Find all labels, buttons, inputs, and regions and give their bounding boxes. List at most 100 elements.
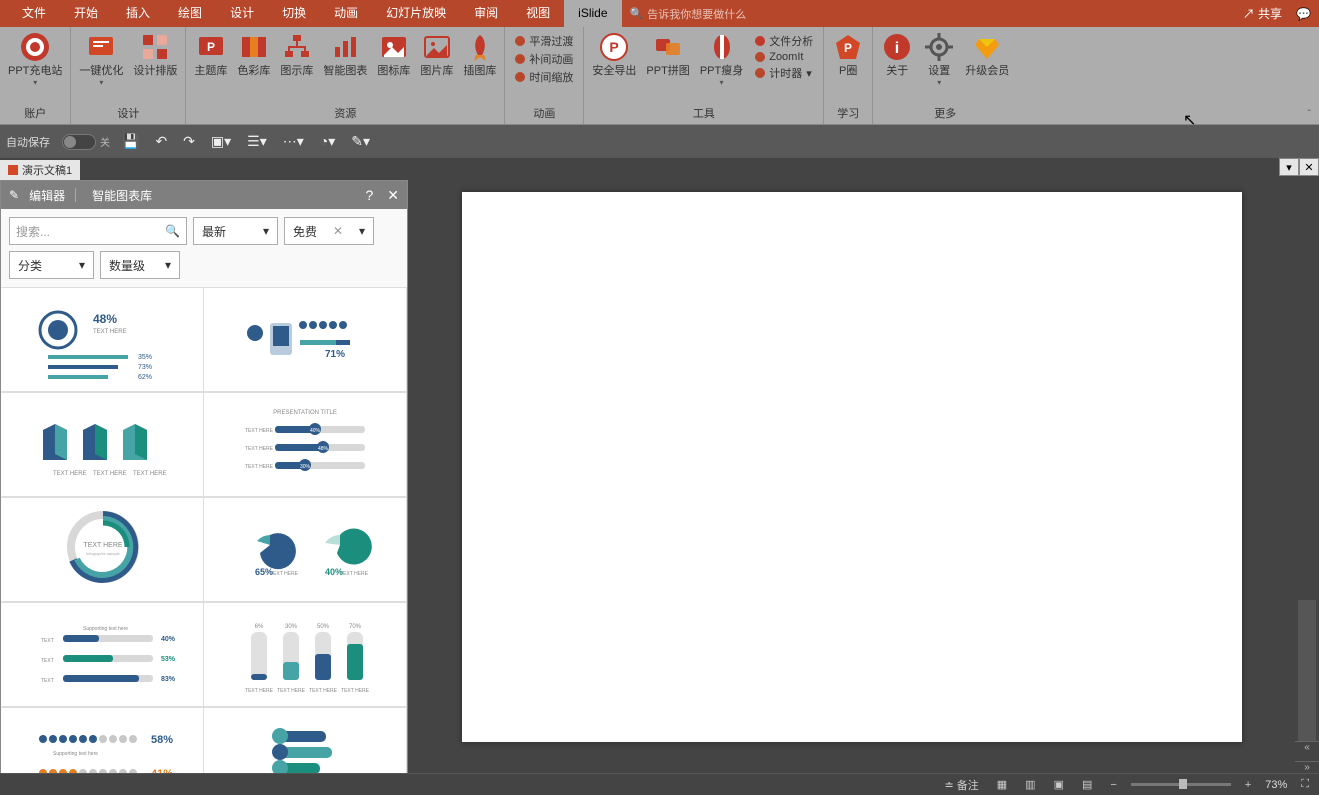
tab-view[interactable]: 视图 <box>512 0 564 27</box>
search-icon: 🔍 <box>630 7 644 20</box>
pcircle-button[interactable]: PP圈 <box>830 31 866 78</box>
tween-anim-button[interactable]: 补间动画 <box>515 51 573 67</box>
svg-text:58%: 58% <box>151 734 173 746</box>
svg-text:70%: 70% <box>349 624 362 630</box>
tell-me[interactable]: 🔍 告诉我你想要做什么 <box>622 6 747 22</box>
quick-access-toolbar: 自动保存 关 💾 ↶ ↷ ▣▾ ☰▾ ⋯▾ ◔▾ ✎▾ <box>0 125 1319 158</box>
tab-home[interactable]: 开始 <box>60 0 112 27</box>
tab-design[interactable]: 设计 <box>216 0 268 27</box>
chart-thumb[interactable]: 71% <box>204 287 407 392</box>
search-input[interactable]: 搜索... 🔍 <box>9 217 187 245</box>
icon-lib-button[interactable]: 图标库 <box>375 31 412 78</box>
zoom-level[interactable]: 73% <box>1265 779 1287 791</box>
clear-icon[interactable]: ✕ <box>333 224 343 238</box>
zoomit-button[interactable]: ZoomIt <box>755 51 813 63</box>
zoom-out-icon[interactable]: − <box>1106 779 1120 791</box>
tab-transition[interactable]: 切换 <box>268 0 320 27</box>
slideshow-view-icon[interactable]: ▤ <box>1078 778 1096 791</box>
tab-slideshow[interactable]: 幻灯片放映 <box>372 0 460 27</box>
normal-view-icon[interactable]: ▦ <box>993 778 1011 791</box>
scrollbar-thumb[interactable] <box>1298 600 1316 741</box>
chart-thumb[interactable]: Supporting text hereTEXT40%TEXT53%TEXT83… <box>1 602 204 707</box>
color-lib-button[interactable]: 色彩库 <box>235 31 272 78</box>
ppt-merge-button[interactable]: PPT拼图 <box>644 31 691 87</box>
reading-view-icon[interactable]: ▣ <box>1050 778 1068 791</box>
shield-p-icon: P <box>598 31 630 63</box>
help-icon[interactable]: ? <box>365 187 373 204</box>
price-select[interactable]: 免费✕▾ <box>284 217 374 245</box>
more-qat-icon[interactable]: ⋯▾ <box>279 133 308 150</box>
close-window-icon[interactable]: ✕ <box>1299 158 1319 176</box>
safe-export-button[interactable]: P安全导出 <box>590 31 638 87</box>
comments-icon[interactable]: 💬 <box>1296 7 1311 21</box>
svg-text:P: P <box>844 41 852 55</box>
scale-select[interactable]: 数量级▾ <box>100 251 180 279</box>
chart-thumb[interactable]: TEXT HEREinfographic sample <box>1 497 204 602</box>
chart-thumb[interactable]: 58%Supporting text here41%Supporting tex… <box>1 707 204 780</box>
svg-text:TEXT: TEXT <box>41 638 54 644</box>
pen-qat-icon[interactable]: ✎▾ <box>347 133 374 150</box>
save-icon[interactable]: 💾 <box>118 133 143 150</box>
sort-select[interactable]: 最新▾ <box>193 217 278 245</box>
prev-slide-icon[interactable]: « <box>1295 741 1319 761</box>
tab-insert[interactable]: 插入 <box>112 0 164 27</box>
svg-text:TEXT HERE: TEXT HERE <box>53 471 87 477</box>
pencil-icon: ✎ <box>9 188 19 202</box>
start-from-begin-icon[interactable]: ▣▾ <box>207 133 235 150</box>
tab-animation[interactable]: 动画 <box>320 0 372 27</box>
zoom-slider[interactable] <box>1131 783 1231 786</box>
fit-window-icon[interactable]: ⛶ <box>1297 778 1313 791</box>
time-scale-button[interactable]: 时间缩放 <box>515 69 573 85</box>
chart-thumb[interactable]: 6%TEXT HERE30%TEXT HERE50%TEXT HERE70%TE… <box>204 602 407 707</box>
ribbon-group-account: PPT充电站▾ 账户 <box>0 27 71 124</box>
chart-thumb[interactable]: 48%TEXT HERE35%73%62% <box>1 287 204 392</box>
category-select[interactable]: 分类▾ <box>9 251 94 279</box>
file-analyze-button[interactable]: 文件分析 <box>755 33 813 49</box>
zoom-in-icon[interactable]: + <box>1241 779 1255 791</box>
smart-chart-button[interactable]: 智能图表 <box>321 31 369 78</box>
vertical-scrollbar[interactable]: « » <box>1295 180 1319 781</box>
undo-icon[interactable]: ↶ <box>151 133 171 150</box>
ribbon-group-tools: P安全导出 PPT拼图 PPT瘦身▾ 文件分析 ZoomIt 计时器 ▾ 工具 <box>584 27 824 124</box>
shape-qat-icon[interactable]: ◔▾ <box>316 133 339 150</box>
close-panel-icon[interactable]: ✕ <box>387 187 399 204</box>
chart-thumb[interactable] <box>204 707 407 780</box>
chart-thumb[interactable]: TEXT HERETEXT HERETEXT HERE <box>1 392 204 497</box>
restore-window-icon[interactable]: ▾ <box>1279 158 1299 176</box>
layout-button[interactable]: 设计排版 <box>131 31 179 87</box>
theme-lib-button[interactable]: P主题库 <box>192 31 229 78</box>
share-button[interactable]: ↗ 共享 <box>1243 5 1282 22</box>
tab-draw[interactable]: 绘图 <box>164 0 216 27</box>
svg-text:83%: 83% <box>161 676 176 683</box>
timer-button[interactable]: 计时器 ▾ <box>755 65 813 81</box>
touch-mode-icon[interactable]: ☰▾ <box>243 133 271 150</box>
chart-thumb[interactable]: PRESENTATION TITLETEXT HERE40%TEXT HERE4… <box>204 392 407 497</box>
collapse-ribbon-button[interactable]: ˆ <box>1308 109 1311 120</box>
about-button[interactable]: i关于 <box>879 31 915 87</box>
document-tab-row: 演示文稿1 ▾ ✕ <box>0 158 1319 180</box>
document-tab[interactable]: 演示文稿1 <box>0 160 80 180</box>
vip-button[interactable]: 升级会员 <box>963 31 1011 87</box>
redo-icon[interactable]: ↷ <box>179 133 199 150</box>
smooth-transition-button[interactable]: 平滑过渡 <box>515 33 573 49</box>
svg-text:TEXT HERE: TEXT HERE <box>245 446 274 452</box>
tab-file[interactable]: 文件 <box>8 0 60 27</box>
slide-canvas-area[interactable] <box>408 180 1295 781</box>
settings-button[interactable]: 设置▾ <box>921 31 957 87</box>
clip-lib-button[interactable]: 插图库 <box>461 31 498 78</box>
image-lib-button[interactable]: 图片库 <box>418 31 455 78</box>
chart-thumb[interactable]: 65%TEXT HERE40%TEXT HERE <box>204 497 407 602</box>
group-label-resource: 资源 <box>334 103 356 124</box>
notes-button[interactable]: ≐ 备注 <box>940 777 982 793</box>
ppt-station-button[interactable]: PPT充电站▾ <box>6 31 64 87</box>
ppt-slim-button[interactable]: PPT瘦身▾ <box>698 31 745 87</box>
sorter-view-icon[interactable]: ▥ <box>1021 778 1039 791</box>
slide-p-icon: P <box>195 31 227 63</box>
diagram-lib-button[interactable]: 图示库 <box>278 31 315 78</box>
autosave-toggle[interactable] <box>62 134 96 150</box>
tab-review[interactable]: 审阅 <box>460 0 512 27</box>
group-label-account: 账户 <box>24 103 46 124</box>
slide[interactable] <box>462 192 1242 742</box>
tab-islide[interactable]: iSlide <box>564 0 621 27</box>
optimize-button[interactable]: 一键优化▾ <box>77 31 125 87</box>
